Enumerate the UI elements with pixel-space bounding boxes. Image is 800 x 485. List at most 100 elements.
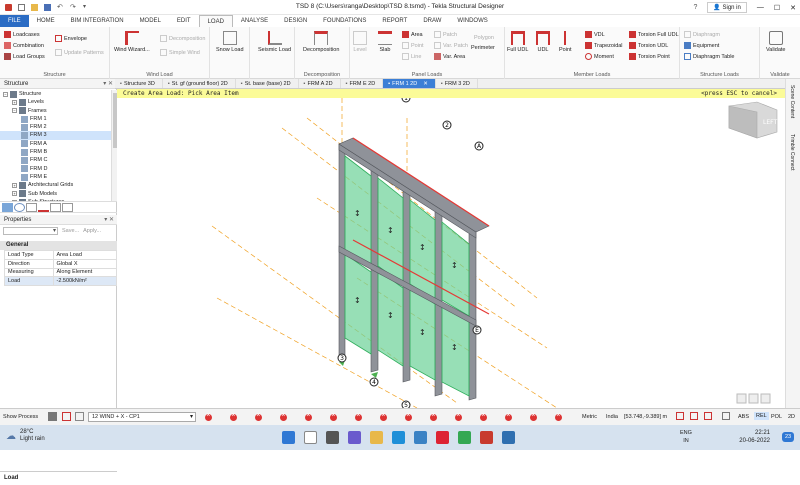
weather-widget[interactable]: ☁ 28°C Light rain (6, 429, 45, 443)
expander-icon[interactable]: − (12, 108, 17, 114)
line-button[interactable]: Line (402, 53, 421, 60)
tree-item[interactable]: FRM E (0, 173, 111, 181)
perimeter-button[interactable]: Perimeter (471, 45, 495, 51)
grid-bubble[interactable]: A (474, 141, 484, 151)
polygon-button[interactable]: Polygon (474, 35, 494, 41)
file-explorer-icon[interactable] (370, 431, 383, 444)
snap-icon[interactable] (722, 412, 730, 420)
region-label[interactable]: India (606, 414, 618, 420)
pol-toggle[interactable]: POL (771, 414, 782, 420)
tab-edit[interactable]: EDIT (169, 15, 199, 27)
validate-button[interactable]: Validate (766, 31, 785, 53)
loadcases-button[interactable]: Loadcases (4, 31, 40, 38)
tree-item[interactable]: FRM 2 (0, 123, 111, 131)
grid-bubble[interactable]: E (472, 325, 482, 335)
tab-draw[interactable]: DRAW (415, 15, 449, 27)
chrome-icon[interactable] (458, 431, 471, 444)
tab-home[interactable]: HOME (29, 15, 63, 27)
simple-wind-button[interactable]: Simple Wind (160, 49, 200, 56)
report-icon[interactable] (50, 203, 61, 212)
loadcase-select[interactable]: 12 WIND + X - CP1 (88, 412, 196, 422)
load-groups-button[interactable]: Load Groups (4, 53, 45, 60)
table-row[interactable]: Load -2.500kN/m² (4, 276, 117, 287)
tab-view[interactable]: ▪ St. base (base) 2D (236, 79, 299, 88)
process-icon[interactable] (48, 412, 57, 421)
2d-toggle[interactable]: 2D (788, 414, 795, 420)
equipment-button[interactable]: Equipment (684, 42, 719, 49)
undo-icon[interactable]: ↶ (57, 4, 64, 11)
filter-icon[interactable] (62, 203, 73, 212)
sign-in-button[interactable]: 👤 Sign in (707, 2, 747, 13)
expander-icon[interactable]: + (12, 182, 17, 188)
torsion-udl-button[interactable]: Torsion UDL (629, 42, 668, 49)
status-tool-icon[interactable] (280, 412, 287, 421)
search-icon[interactable] (304, 431, 317, 444)
snow-load-button[interactable]: Snow Load (216, 31, 244, 53)
task-view-icon[interactable] (326, 431, 339, 444)
tree-item[interactable]: FRM D (0, 165, 111, 173)
tree-item[interactable]: FRM C (0, 156, 111, 165)
zoom-extents-icon[interactable] (736, 393, 747, 404)
torsion-full-udl-button[interactable]: Torsion Full UDL (629, 31, 679, 38)
udl-button[interactable]: UDL (536, 31, 550, 53)
language-indicator[interactable]: ENG IN (680, 429, 692, 445)
tab-foundations[interactable]: FOUNDATIONS (315, 15, 374, 27)
torsion-point-button[interactable]: Torsion Point (629, 53, 670, 60)
maximize-icon[interactable]: ☐ (774, 4, 780, 12)
status-tool-icon[interactable] (205, 412, 212, 421)
status-tool-icon[interactable] (380, 412, 387, 421)
property-value[interactable]: Area Load (52, 250, 117, 260)
tab-analyse[interactable]: ANALYSE (233, 15, 276, 27)
redo-icon[interactable]: ↷ (70, 4, 77, 11)
grid-bubble[interactable]: 4 (369, 377, 379, 387)
tree-item[interactable]: FRM B (0, 148, 111, 156)
view-cube[interactable]: LEFT (728, 101, 777, 139)
teams-icon[interactable] (348, 431, 361, 444)
column[interactable] (468, 231, 477, 401)
view-layers-icon[interactable] (760, 393, 771, 404)
trimble-connect-tab[interactable]: Trimble Connect (789, 134, 795, 171)
loadcase-icon[interactable] (62, 412, 71, 421)
store-icon[interactable] (414, 431, 427, 444)
tree-item[interactable]: + Architectural Grids (0, 181, 111, 189)
tekla-icon[interactable] (480, 431, 493, 444)
tab-bim-integration[interactable]: BIM INTEGRATION (63, 15, 132, 27)
close-tab-icon[interactable]: ✕ (423, 79, 428, 89)
close-icon[interactable]: ✕ (790, 4, 796, 12)
tree-item[interactable]: + Levels (0, 98, 111, 106)
grid-bubble[interactable]: 1 (401, 98, 411, 103)
view-cube-face[interactable]: LEFT (763, 119, 777, 126)
tree-item[interactable]: FRM 1 (0, 115, 111, 123)
status-tool-icon[interactable] (355, 412, 362, 421)
clock[interactable]: 22:21 20-06-2022 (739, 429, 770, 445)
expander-icon[interactable]: + (12, 99, 17, 105)
snap-icon[interactable] (690, 412, 698, 420)
status-tool-icon[interactable] (480, 412, 487, 421)
status-tool-icon[interactable] (455, 412, 462, 421)
scene-icon[interactable] (26, 203, 37, 212)
notification-badge[interactable]: 23 (782, 432, 794, 442)
save-button[interactable]: Save... (62, 228, 79, 234)
section-general[interactable]: General (0, 241, 117, 250)
property-value[interactable]: Global X (52, 258, 117, 269)
wind-wizard-button[interactable]: Wind Wizard... (114, 31, 150, 53)
tab-view[interactable]: ▪ Structure 3D (115, 79, 163, 88)
edge-icon[interactable] (392, 431, 405, 444)
apply-button[interactable]: Apply... (83, 228, 101, 234)
properties-set-select[interactable] (3, 227, 58, 235)
tab-view[interactable]: ▪ FRM 3 2D (436, 79, 478, 88)
tree-item[interactable]: − Structure (0, 90, 111, 98)
var-area-button[interactable]: Var. Area (434, 53, 465, 60)
combination-button[interactable]: Combination (4, 42, 44, 49)
3d-viewport[interactable]: ↕ ↕ ↕ ↕ ↕ ↕ ↕ ↕ 1 2 A 3 4 5 E LEFT (117, 98, 785, 408)
status-tool-icon[interactable] (255, 412, 262, 421)
panel-pin-icon[interactable]: ▾ ✕ (103, 79, 113, 89)
expander-icon[interactable]: + (12, 191, 17, 197)
point-member-button[interactable]: Point (559, 31, 572, 53)
wind-decomposition-button[interactable]: Decomposition (160, 35, 205, 42)
diaphragm-table-button[interactable]: Diaphragm Table (684, 53, 734, 60)
start-icon[interactable] (282, 431, 295, 444)
tree-item[interactable]: FRM 3 (0, 131, 111, 140)
table-row[interactable]: Direction Global X (4, 258, 117, 269)
status-tool-icon[interactable] (530, 412, 537, 421)
